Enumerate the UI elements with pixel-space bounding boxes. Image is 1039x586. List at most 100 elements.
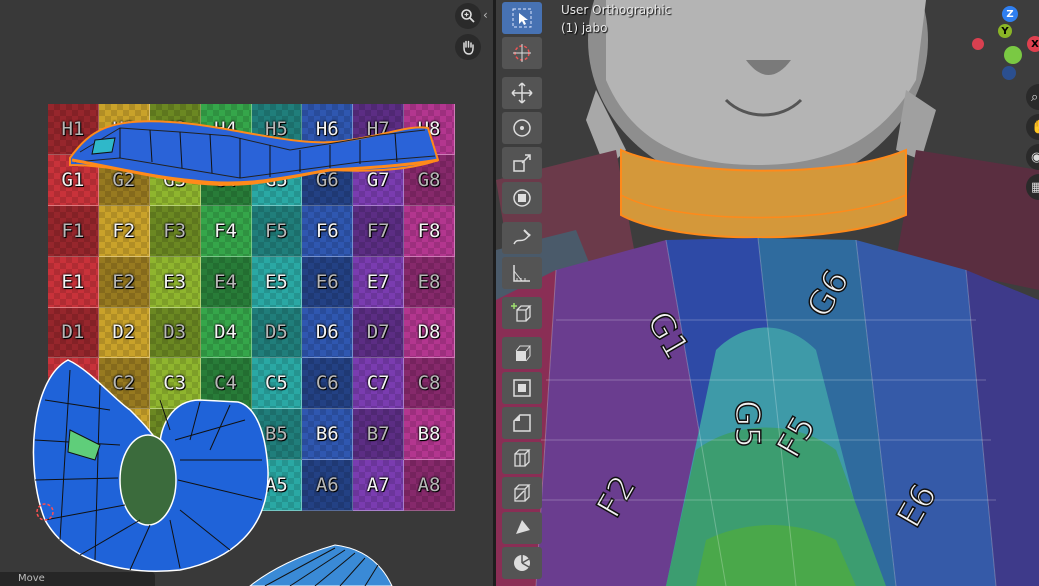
inset-faces-tool[interactable]	[502, 372, 542, 404]
uv-grid-cell: D3	[149, 307, 201, 359]
measure-tool[interactable]	[502, 257, 542, 289]
uv-grid-label: D1	[61, 321, 85, 344]
uv-grid-label: H1	[61, 117, 85, 140]
uv-grid-cell: F8	[404, 205, 455, 257]
uv-grid-label: G3	[163, 168, 187, 191]
uv-grid-cell: C2	[98, 358, 150, 410]
uv-grid-cell: B3	[149, 409, 201, 461]
add-cube-tool[interactable]	[502, 297, 542, 329]
uv-grid-cell: D8	[404, 307, 455, 359]
uv-grid-cell: G7	[353, 154, 405, 206]
rotate-tool[interactable]	[502, 112, 542, 144]
transform-tool[interactable]	[502, 182, 542, 214]
uv-grid-label: E4	[214, 270, 237, 293]
uv-grid-label: B8	[417, 423, 441, 446]
uv-grid-cell: F2	[98, 205, 150, 257]
uv-grid-label: C1	[61, 372, 85, 395]
uv-grid-label: F4	[214, 219, 237, 242]
hand-pan-icon[interactable]	[455, 34, 481, 60]
uv-grid-cell: A5	[251, 460, 303, 511]
transform-icon	[513, 189, 531, 207]
uv-grid-cell: H4	[200, 104, 252, 155]
cursor-tool[interactable]	[502, 37, 542, 69]
uv-grid-cell: G4	[200, 154, 252, 206]
knife-icon	[514, 484, 531, 502]
gizmo-x-negative[interactable]	[972, 38, 984, 50]
uv-grid-label: E1	[61, 270, 85, 293]
poly-build-tool[interactable]	[502, 512, 542, 544]
uv-grid-cell: G2	[98, 154, 150, 206]
uv-grid-label: C7	[366, 372, 390, 395]
uv-grid-label: F5	[264, 219, 288, 242]
uv-grid-cell: H3	[149, 104, 201, 155]
uv-grid-label: G2	[112, 168, 136, 191]
bevel-tool[interactable]	[502, 407, 542, 439]
uv-grid-cell: G1	[48, 154, 99, 206]
uv-grid-label: A6	[315, 474, 339, 497]
uv-grid-label: C8	[417, 372, 441, 395]
object-name: (1) jabo	[561, 21, 608, 35]
uv-editor-panel[interactable]: H1 H2 H3 H4 H5 H6 H7 H8 G1 G2 G3 G4 G5 G6 G7 G8 F1 F2 F3 F4…	[0, 0, 493, 586]
spin-icon	[514, 555, 530, 571]
loop-cut-tool[interactable]	[502, 442, 542, 474]
gizmo-x-axis[interactable]: X	[1027, 36, 1039, 52]
move-tool[interactable]	[502, 77, 542, 109]
uv-grid-label: B2	[112, 423, 136, 446]
uv-grid-cell: E2	[98, 256, 150, 308]
uv-grid-label: B5	[264, 423, 288, 446]
uv-grid-label: A4	[214, 474, 237, 497]
uv-grid-label: G6	[315, 168, 339, 191]
uv-grid-cell: G3	[149, 154, 201, 206]
uv-grid-label: B6	[315, 423, 339, 446]
annotate-tool[interactable]	[502, 222, 542, 254]
knife-tool[interactable]	[502, 477, 542, 509]
add-cube-icon	[511, 303, 532, 322]
uv-grid-label: F2	[112, 219, 136, 242]
gizmo-y-axis[interactable]: Y	[998, 24, 1012, 38]
uv-grid-cell: A1	[48, 460, 99, 511]
uv-grid-cell: C8	[404, 358, 455, 410]
uv-grid-cell: G5	[251, 154, 303, 206]
gizmo-z-negative[interactable]	[1002, 66, 1016, 80]
uv-grid-label: E5	[264, 270, 288, 293]
uv-grid-cell: B6	[302, 409, 354, 461]
pencil-icon	[513, 229, 531, 245]
uv-island-fan	[249, 544, 393, 586]
gizmo-y-negative[interactable]	[1004, 46, 1022, 64]
uv-grid-label: A5	[264, 474, 288, 497]
uv-grid-label: E7	[366, 270, 390, 293]
uv-grid-label: B4	[214, 423, 237, 446]
uv-grid-cell: H8	[404, 104, 455, 155]
chevron-left-icon[interactable]: ‹	[483, 8, 488, 22]
zoom-icon[interactable]	[455, 3, 481, 29]
uv-grid-cell: F1	[48, 205, 99, 257]
uv-grid-cell: A8	[404, 460, 455, 511]
uv-texture-grid[interactable]: H1 H2 H3 H4 H5 H6 H7 H8 G1 G2 G3 G4 G5 G6 G7 G8 F1 F2 F3 F4…	[48, 104, 455, 511]
gizmo-z-axis[interactable]: Z	[1002, 6, 1018, 22]
spin-tool[interactable]	[502, 547, 542, 579]
select-box-tool[interactable]	[502, 2, 542, 34]
scale-icon	[513, 154, 531, 172]
uv-grid-cell: C3	[149, 358, 201, 410]
scale-tool[interactable]	[502, 147, 542, 179]
uv-grid-label: C2	[112, 372, 136, 395]
uv-grid-cell: D6	[302, 307, 354, 359]
uv-grid-cell: C1	[48, 358, 99, 410]
uv-grid-cell: B4	[200, 409, 252, 461]
uv-grid-cell: A4	[200, 460, 252, 511]
uv-grid-label: C5	[264, 372, 288, 395]
uv-grid-label: H8	[417, 117, 441, 140]
uv-grid-cell: B2	[98, 409, 150, 461]
uv-grid-cell: B7	[353, 409, 405, 461]
uv-grid-label: D8	[417, 321, 441, 344]
uv-grid-cell: E4	[200, 256, 252, 308]
uv-grid-cell: B8	[404, 409, 455, 461]
extrude-region-tool[interactable]	[502, 337, 542, 369]
uv-grid-label: G1	[61, 168, 85, 191]
uv-grid-label: A8	[417, 474, 441, 497]
uv-grid-label: F1	[61, 219, 85, 242]
uv-grid-cell: F7	[353, 205, 405, 257]
uv-grid-label: H5	[264, 117, 288, 140]
3d-viewport[interactable]: F2 F5 E6 G1 G6 G5 Z Y X	[496, 0, 1039, 586]
uv-grid-cell: G6	[302, 154, 354, 206]
